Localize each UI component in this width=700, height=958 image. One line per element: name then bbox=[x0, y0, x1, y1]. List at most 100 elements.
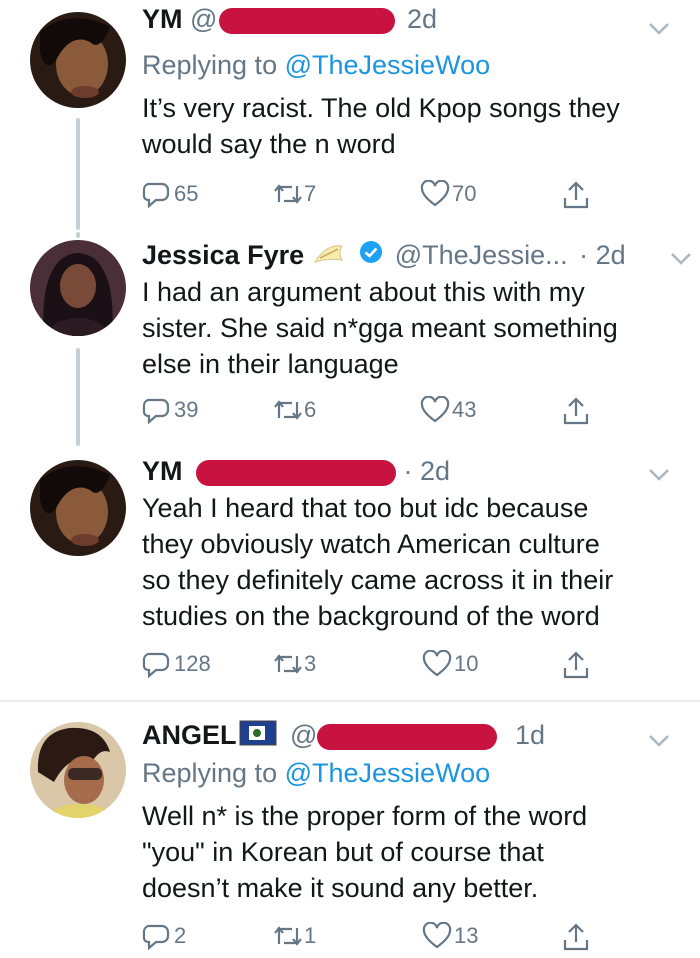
display-name[interactable]: YM bbox=[142, 456, 183, 486]
tweet-header: YM @ 2d bbox=[142, 2, 437, 36]
share-button[interactable] bbox=[562, 650, 590, 680]
tweet-text: I had an argument about this with my sis… bbox=[142, 274, 682, 382]
reply-icon bbox=[142, 922, 170, 950]
replying-handle[interactable]: @TheJessieWoo bbox=[285, 50, 491, 80]
handle[interactable]: @TheJessie... bbox=[395, 240, 568, 270]
retweet-icon bbox=[272, 922, 304, 950]
action-bar: 39 6 43 bbox=[142, 396, 602, 432]
text-line: would say the n word bbox=[142, 129, 396, 159]
text-line: studies on the background of the word bbox=[142, 601, 600, 631]
reply-icon bbox=[142, 396, 170, 424]
retweet-count: 1 bbox=[304, 923, 317, 948]
chevron-down-icon[interactable] bbox=[670, 252, 692, 271]
retweet-button[interactable]: 1 bbox=[272, 922, 316, 950]
tweet-header: YM · 2d bbox=[142, 454, 450, 488]
like-icon bbox=[422, 922, 452, 950]
tweet-4[interactable]: ANGEL @ 1d Replying to @TheJessieWoo Wel… bbox=[0, 702, 700, 956]
flag-icon bbox=[312, 240, 346, 274]
like-count: 10 bbox=[454, 651, 479, 676]
reply-count: 128 bbox=[174, 651, 211, 676]
action-bar: 65 7 70 bbox=[142, 180, 602, 216]
like-icon bbox=[420, 396, 450, 424]
reply-button[interactable]: 39 bbox=[142, 396, 198, 424]
text-line: doesn’t make it sound any better. bbox=[142, 873, 539, 903]
redaction-bar bbox=[196, 459, 397, 486]
display-name[interactable]: YM bbox=[142, 4, 183, 34]
reply-button[interactable]: 2 bbox=[142, 922, 186, 950]
avatar[interactable] bbox=[30, 240, 126, 336]
flag-icon bbox=[239, 720, 277, 754]
text-line: I had an argument about this with my bbox=[142, 277, 585, 307]
text-line: sister. She said n*gga meant something bbox=[142, 313, 618, 343]
retweet-icon bbox=[272, 650, 304, 678]
timestamp[interactable]: 1d bbox=[515, 720, 545, 750]
tweet-1[interactable]: YM @ 2d Replying to @TheJessieWoo It’s v… bbox=[0, 0, 700, 232]
thread-line bbox=[76, 118, 80, 230]
thread-line bbox=[76, 348, 80, 446]
avatar[interactable] bbox=[30, 12, 126, 108]
share-button[interactable] bbox=[562, 396, 590, 426]
redaction-bar bbox=[317, 723, 498, 750]
reply-count: 65 bbox=[174, 181, 199, 206]
text-line: else in their language bbox=[142, 349, 399, 379]
text-line: they obviously watch American culture bbox=[142, 529, 600, 559]
text-line: "you" in Korean but of course that bbox=[142, 837, 544, 867]
chevron-down-icon[interactable] bbox=[648, 734, 670, 753]
redaction-bar bbox=[219, 7, 396, 34]
display-name[interactable]: ANGEL bbox=[142, 720, 237, 750]
reply-icon bbox=[142, 180, 170, 208]
replying-to: Replying to @TheJessieWoo bbox=[142, 756, 490, 790]
like-button[interactable]: 70 bbox=[420, 180, 476, 208]
replying-label: Replying to bbox=[142, 50, 278, 80]
verified-badge-icon bbox=[359, 238, 383, 272]
retweet-button[interactable]: 7 bbox=[272, 180, 316, 208]
avatar[interactable] bbox=[30, 460, 126, 556]
replying-handle[interactable]: @TheJessieWoo bbox=[285, 758, 491, 788]
like-icon bbox=[422, 650, 452, 678]
tweet-header: Jessica Fyre @TheJessie... · 2d bbox=[142, 238, 626, 276]
replying-to: Replying to @TheJessieWoo bbox=[142, 48, 490, 82]
share-icon bbox=[562, 922, 590, 952]
text-line: It’s very racist. The old Kpop songs the… bbox=[142, 93, 620, 123]
replying-label: Replying to bbox=[142, 758, 278, 788]
display-name[interactable]: Jessica Fyre bbox=[142, 240, 304, 270]
share-icon bbox=[562, 180, 590, 210]
reply-button[interactable]: 128 bbox=[142, 650, 211, 678]
thread-line bbox=[76, 232, 80, 238]
retweet-count: 6 bbox=[304, 397, 317, 422]
like-count: 13 bbox=[454, 923, 479, 948]
chevron-down-icon[interactable] bbox=[648, 468, 670, 487]
retweet-count: 3 bbox=[304, 651, 317, 676]
like-button[interactable]: 13 bbox=[422, 922, 478, 950]
text-line: Well n* is the proper form of the word bbox=[142, 801, 588, 831]
action-bar: 128 3 10 bbox=[142, 650, 602, 686]
retweet-button[interactable]: 6 bbox=[272, 396, 316, 424]
retweet-icon bbox=[272, 180, 304, 208]
retweet-icon bbox=[272, 396, 304, 424]
like-count: 70 bbox=[452, 181, 477, 206]
tweet-text: Yeah I heard that too but idc because th… bbox=[142, 490, 682, 634]
action-bar: 2 1 13 bbox=[142, 922, 602, 958]
reply-icon bbox=[142, 650, 170, 678]
share-icon bbox=[562, 650, 590, 680]
timestamp[interactable]: 2d bbox=[407, 4, 437, 34]
tweet-header: ANGEL @ 1d bbox=[142, 718, 545, 754]
handle[interactable]: @ bbox=[190, 4, 217, 34]
like-button[interactable]: 10 bbox=[422, 650, 478, 678]
retweet-count: 7 bbox=[304, 181, 317, 206]
handle-at: @ bbox=[290, 720, 318, 750]
tweet-2[interactable]: Jessica Fyre @TheJessie... · 2d I had an… bbox=[0, 232, 700, 454]
tweet-text: It’s very racist. The old Kpop songs the… bbox=[142, 90, 682, 162]
tweet-3[interactable]: YM · 2d Yeah I heard that too but idc be… bbox=[0, 454, 700, 698]
like-button[interactable]: 43 bbox=[420, 396, 476, 424]
reply-count: 39 bbox=[174, 397, 199, 422]
retweet-button[interactable]: 3 bbox=[272, 650, 316, 678]
reply-button[interactable]: 65 bbox=[142, 180, 198, 208]
share-button[interactable] bbox=[562, 180, 590, 210]
share-button[interactable] bbox=[562, 922, 590, 952]
share-icon bbox=[562, 396, 590, 426]
timestamp[interactable]: · 2d bbox=[404, 456, 451, 486]
avatar[interactable] bbox=[30, 722, 126, 818]
chevron-down-icon[interactable] bbox=[648, 22, 670, 41]
timestamp[interactable]: · 2d bbox=[579, 240, 626, 270]
